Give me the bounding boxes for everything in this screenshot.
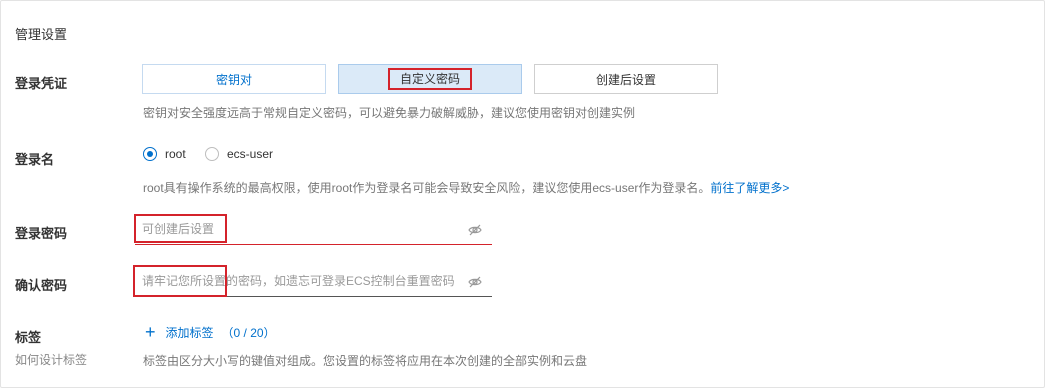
credential-option-keypair[interactable]: 密钥对 — [142, 64, 326, 94]
radio-ecs-user-indicator — [205, 147, 219, 161]
credential-option-keypair-label: 密钥对 — [215, 72, 252, 87]
eye-off-icon[interactable] — [468, 275, 482, 289]
radio-root-label: root — [165, 147, 186, 161]
confirm-password-underline — [135, 296, 492, 297]
credential-option-set-later[interactable]: 创建后设置 — [534, 64, 718, 94]
login-name-hint-text: root具有操作系统的最高权限，使用root作为登录名可能会导致安全风险，建议您… — [143, 181, 711, 195]
confirm-password-field — [135, 267, 492, 297]
confirm-password-input[interactable] — [135, 267, 472, 295]
login-name-hint: root具有操作系统的最高权限，使用root作为登录名可能会导致安全风险，建议您… — [143, 179, 789, 196]
radio-ecs-user[interactable]: ecs-user — [205, 147, 273, 161]
tag-count: （0 / 20） — [221, 325, 276, 340]
password-underline — [135, 244, 492, 245]
password-field — [135, 215, 492, 245]
password-input[interactable] — [135, 215, 472, 243]
plus-icon: + — [145, 322, 156, 342]
login-name-label: 登录名 — [15, 152, 55, 167]
radio-ecs-user-label: ecs-user — [227, 147, 274, 161]
eye-off-icon[interactable] — [468, 223, 482, 237]
confirm-password-label: 确认密码 — [15, 278, 68, 293]
tags-hint: 标签由区分大小写的键值对组成。您设置的标签将应用在本次创建的全部实例和云盘 — [143, 354, 588, 368]
credential-hint: 密钥对安全强度远高于常规自定义密码，可以避免暴力破解威胁，建议您使用密钥对创建实… — [143, 106, 636, 120]
credential-label: 登录凭证 — [15, 76, 68, 91]
add-tag-button[interactable]: + 添加标签 （0 / 20） — [143, 323, 276, 341]
section-title: 管理设置 — [15, 27, 68, 42]
credential-option-custom-password-label: 自定义密码 — [387, 68, 472, 90]
radio-root-indicator — [143, 147, 157, 161]
credential-option-set-later-label: 创建后设置 — [595, 72, 656, 87]
password-label: 登录密码 — [15, 226, 68, 241]
add-tag-label: 添加标签 — [165, 325, 214, 340]
tags-label: 标签 — [15, 330, 42, 345]
tags-sublabel: 如何设计标签 — [15, 353, 88, 367]
credential-option-custom-password[interactable]: 自定义密码 — [338, 64, 522, 94]
radio-root[interactable]: root — [143, 147, 186, 161]
learn-more-link[interactable]: 前往了解更多> — [710, 181, 789, 195]
